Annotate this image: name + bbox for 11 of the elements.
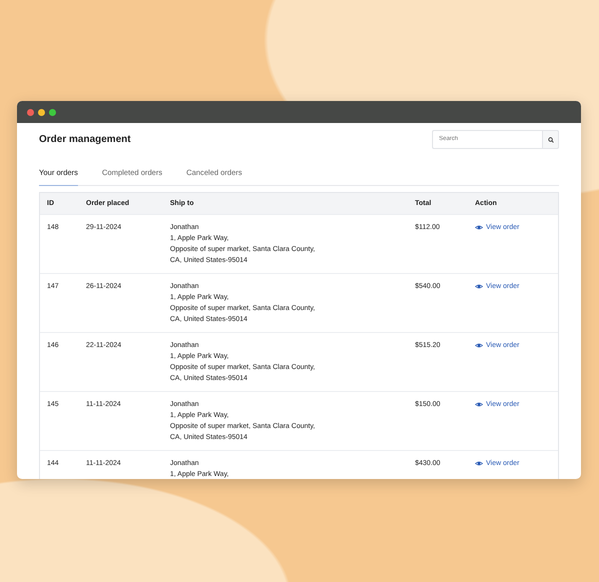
eye-icon: [475, 460, 483, 468]
eye-icon: [475, 401, 483, 408]
eye-icon: [475, 342, 483, 350]
eye-icon: [475, 224, 483, 232]
eye-icon: [475, 283, 483, 290]
close-dot[interactable]: [27, 108, 34, 116]
search-button[interactable]: [542, 130, 559, 149]
search-icon: [548, 136, 554, 142]
page-title: Order management: [39, 134, 131, 146]
maximize-dot[interactable]: [49, 108, 56, 116]
minimize-dot[interactable]: [38, 108, 45, 116]
